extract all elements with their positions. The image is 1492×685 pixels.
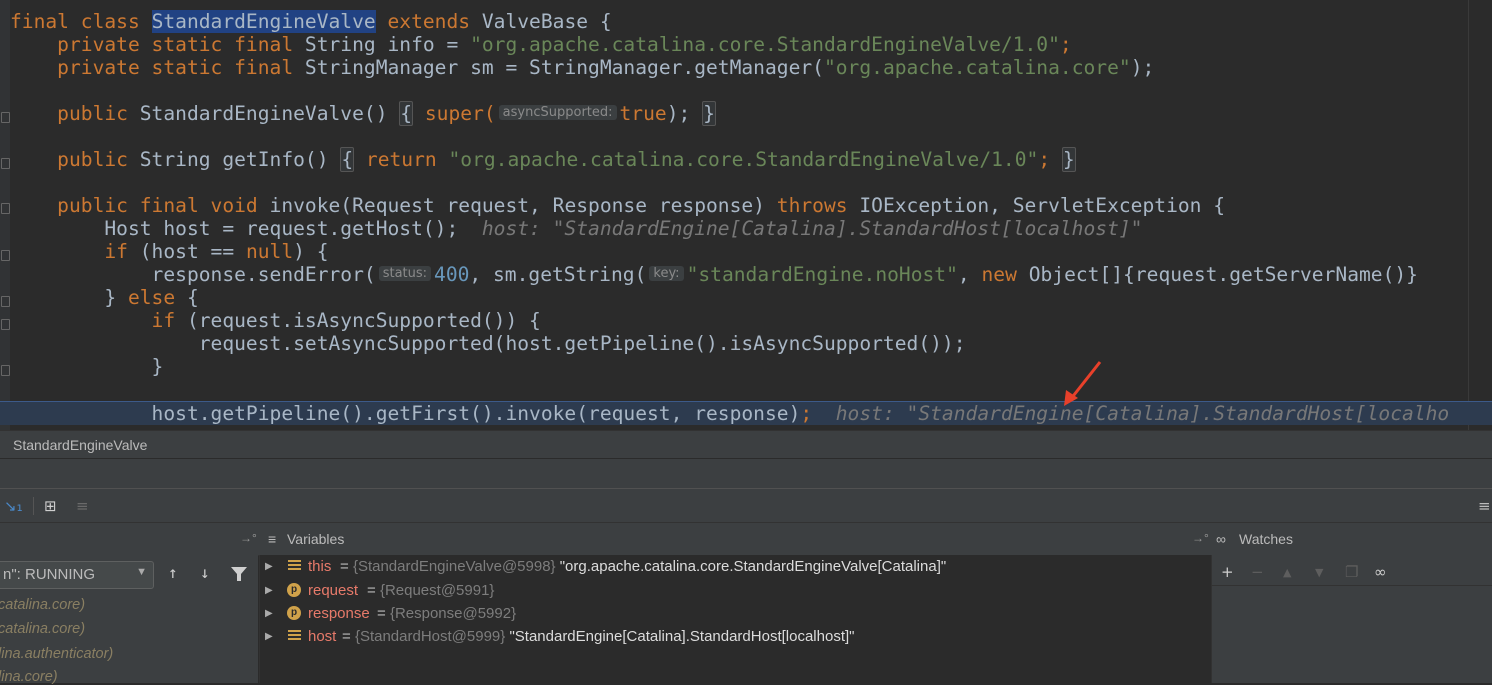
expand-triangle-icon[interactable]: ▶ — [265, 556, 273, 578]
settings-list-icon[interactable]: ≡ — [76, 497, 89, 515]
param-hint: key: — [649, 266, 684, 281]
variables-panel: ▶ this = {StandardEngineValve@5998} "org… — [259, 555, 1212, 683]
variable-row[interactable]: ▶ p request = {Request@5991} — [260, 580, 1212, 602]
code-line-sm-field[interactable]: private static final StringManager sm = … — [10, 56, 1154, 79]
variables-list-icon: ≡ — [268, 531, 277, 547]
expand-triangle-icon[interactable]: ▶ — [265, 626, 273, 648]
frame-item[interactable]: catalina.core) — [0, 597, 85, 613]
remove-icon[interactable]: − — [1251, 563, 1264, 581]
param-hint: asyncSupported: — [498, 105, 617, 120]
code-line-getinfo[interactable]: public String getInfo() { return "org.ap… — [10, 147, 1076, 172]
expand-triangle-icon[interactable]: ▶ — [265, 603, 273, 625]
move-down-icon[interactable]: ▼ — [1315, 566, 1323, 579]
code-line-constructor[interactable]: public StandardEngineValve() { super(asy… — [10, 101, 716, 126]
code-line-if-async[interactable]: if (request.isAsyncSupported()) { — [10, 309, 541, 332]
step-into-icon[interactable]: ↘₁ — [4, 497, 23, 515]
code-line-info-field[interactable]: private static final String info = "org.… — [10, 33, 1072, 56]
fold-marker-icon[interactable] — [1, 319, 10, 330]
code-line-host[interactable]: Host host = request.getHost(); host: "St… — [10, 217, 1142, 240]
variable-row[interactable]: ▶ this = {StandardEngineValve@5998} "org… — [260, 556, 1212, 578]
code-line-send-error[interactable]: response.sendError(status: 400, sm.getStr… — [10, 263, 1418, 286]
pin-icon[interactable]: →° — [1192, 531, 1209, 545]
frames-panel: n": RUNNING ▼ ↑ ↓ catalina.core) catalin… — [0, 555, 258, 685]
code-line-close-brace[interactable]: } — [10, 355, 164, 378]
menu-icon[interactable]: ≡ — [1478, 497, 1491, 515]
watches-header: Watches — [1239, 531, 1293, 547]
code-line-invoke-signature[interactable]: public final void invoke(Request request… — [10, 194, 1225, 217]
parameter-icon: p — [287, 583, 301, 597]
fold-marker-icon[interactable] — [1, 250, 10, 261]
fold-marker-icon[interactable] — [1, 365, 10, 376]
arrow-down-icon[interactable]: ↓ — [200, 563, 210, 582]
expand-triangle-icon[interactable]: ▶ — [265, 580, 273, 602]
debug-toolbar: ↘₁ ⊞ ≡ ≡ — [0, 488, 1492, 523]
fold-marker-icon[interactable] — [1, 296, 10, 307]
panel-divider — [0, 458, 1492, 489]
code-editor[interactable]: final class StandardEngineValve extends … — [0, 0, 1492, 430]
watches-panel: + − ▲ ▼ ❐ ∞ — [1211, 555, 1492, 683]
right-margin-guide — [1468, 0, 1469, 430]
selected-class-name: StandardEngineValve — [151, 10, 376, 33]
code-line-class-decl[interactable]: final class StandardEngineValve extends … — [10, 10, 612, 33]
code-line-else[interactable]: } else { — [10, 286, 198, 309]
toolbar-separator — [33, 497, 34, 515]
code-line-if-null[interactable]: if (host == null) { — [10, 240, 328, 263]
parameter-icon: p — [287, 606, 301, 620]
frame-item[interactable]: lina.authenticator) — [0, 646, 113, 662]
fold-marker-icon[interactable] — [1, 203, 10, 214]
arrow-up-icon[interactable]: ↑ — [168, 563, 178, 582]
annotation-arrow-icon — [1064, 361, 1102, 406]
fold-marker-icon[interactable] — [1, 158, 10, 169]
variable-row[interactable]: ▶ p response = {Response@5992} — [260, 603, 1212, 625]
fold-marker-icon[interactable] — [1, 112, 10, 123]
code-line-set-async[interactable]: request.setAsyncSupported(host.getPipeli… — [10, 332, 966, 355]
move-up-icon[interactable]: ▲ — [1283, 566, 1291, 579]
glasses-icon: ∞ — [1216, 531, 1226, 547]
param-hint: status: — [378, 266, 432, 281]
inline-debug-value: host: "StandardEngine[Catalina].Standard… — [458, 217, 1143, 240]
inline-debug-value: host: "StandardEngine[Catalina].Standard… — [812, 402, 1450, 425]
table-view-icon[interactable]: ⊞ — [44, 497, 57, 515]
chevron-down-icon: ▼ — [136, 566, 147, 578]
variables-header: Variables — [287, 531, 345, 547]
glasses-icon[interactable]: ∞ — [1374, 563, 1387, 581]
add-icon[interactable]: + — [1221, 563, 1234, 581]
variable-row[interactable]: ▶ host = {StandardHost@5999} "StandardEn… — [260, 626, 1212, 648]
filter-icon[interactable] — [231, 567, 247, 581]
debug-panel-headers: →° ≡ Variables →° ∞ Watches — [0, 522, 1492, 556]
field-icon — [288, 560, 301, 573]
thread-select[interactable]: n": RUNNING ▼ — [0, 561, 154, 589]
breadcrumb[interactable]: StandardEngineValve — [0, 430, 1492, 459]
watches-divider — [1212, 585, 1492, 586]
current-execution-line[interactable]: host.getPipeline().getFirst().invoke(req… — [0, 401, 1492, 425]
breadcrumb-item: StandardEngineValve — [13, 437, 148, 453]
copy-icon[interactable]: ❐ — [1345, 563, 1358, 581]
field-icon — [288, 630, 301, 643]
pin-icon[interactable]: →° — [240, 531, 257, 545]
frame-item[interactable]: catalina.core) — [0, 621, 85, 637]
